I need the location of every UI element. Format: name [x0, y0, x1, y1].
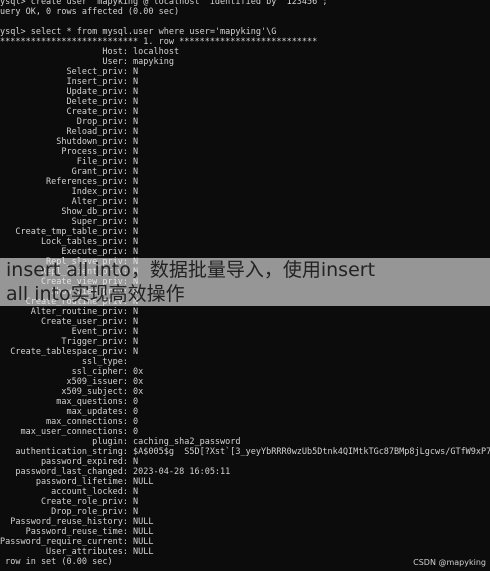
title-overlay-banner: insert all into，数据批量导入，使用insert all into…	[0, 258, 490, 306]
csdn-watermark: CSDN @mapyking	[413, 558, 486, 567]
banner-title-line-1: insert all into，数据批量导入，使用insert	[6, 259, 376, 281]
banner-title-line-2: all into实现高效操作	[6, 283, 185, 305]
